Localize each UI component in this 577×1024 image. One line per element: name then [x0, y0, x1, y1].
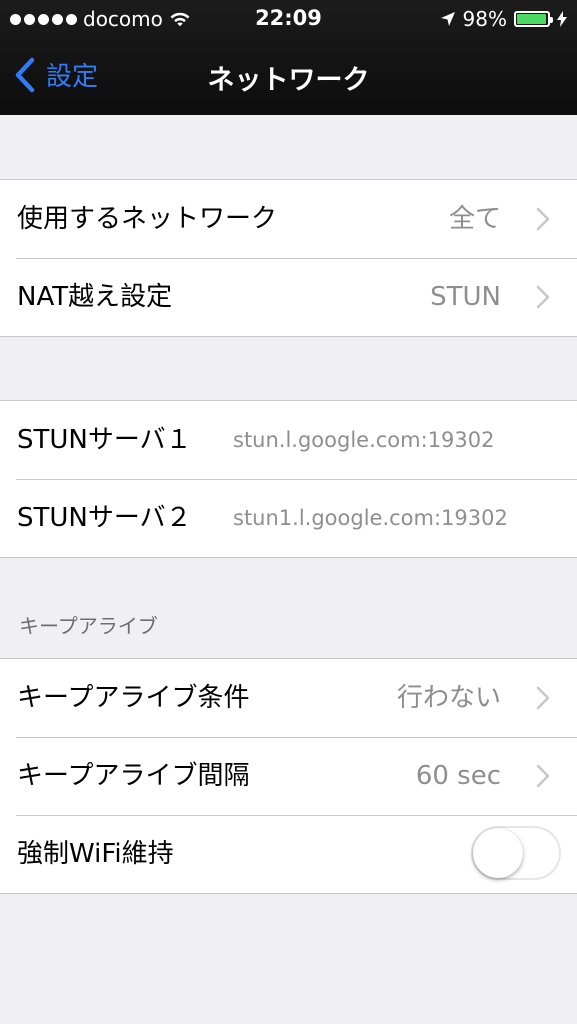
network-settings-group: 使用するネットワーク 全て NAT越え設定 STUN [0, 179, 577, 337]
chevron-right-icon [536, 285, 550, 309]
stun-server-2-row[interactable]: STUNサーバ２ stun1.l.google.com:19302 [0, 479, 577, 557]
chevron-right-icon [536, 207, 550, 231]
page-title: ネットワーク [207, 65, 370, 96]
network-type-row[interactable]: 使用するネットワーク 全て [0, 180, 577, 258]
keepalive-condition-value: 行わない [396, 683, 501, 713]
top-bar: docomo 22:09 98% 設定 ネットワーク [0, 0, 577, 115]
toggle-knob [473, 828, 523, 878]
nat-traversal-value: STUN [430, 282, 501, 312]
keepalive-section-header: キープアライブ [19, 614, 158, 638]
keepalive-group: キープアライブ条件 行わない キープアライブ間隔 60 sec 強制WiFi維持 [0, 658, 577, 894]
keepalive-condition-label: キープアライブ条件 [17, 683, 250, 713]
force-wifi-toggle[interactable] [471, 826, 561, 880]
stun-servers-group: STUNサーバ１ stun.l.google.com:19302 STUNサーバ… [0, 400, 577, 558]
battery-icon [514, 11, 553, 27]
status-bar: docomo 22:09 98% [0, 0, 577, 38]
force-wifi-label: 強制WiFi維持 [17, 839, 174, 869]
keepalive-interval-label: キープアライブ間隔 [17, 761, 250, 791]
force-wifi-row: 強制WiFi維持 [0, 815, 577, 893]
charging-bolt-icon [557, 11, 567, 27]
battery-percent: 98% [462, 7, 507, 31]
keepalive-condition-row[interactable]: キープアライブ条件 行わない [0, 659, 577, 737]
stun-server-1-label: STUNサーバ１ [17, 425, 192, 455]
stun-server-2-value[interactable]: stun1.l.google.com:19302 [233, 479, 520, 557]
network-type-value: 全て [448, 204, 501, 234]
stun-server-2-label: STUNサーバ２ [17, 503, 192, 533]
keepalive-interval-value: 60 sec [415, 761, 501, 791]
location-arrow-icon [440, 12, 455, 26]
keepalive-interval-row[interactable]: キープアライブ間隔 60 sec [0, 737, 577, 815]
navigation-bar: 設定 ネットワーク [0, 38, 577, 115]
chevron-right-icon [536, 686, 550, 710]
chevron-right-icon [536, 764, 550, 788]
stun-server-1-row[interactable]: STUNサーバ１ stun.l.google.com:19302 [0, 401, 577, 479]
network-type-label: 使用するネットワーク [17, 204, 278, 234]
nat-traversal-row[interactable]: NAT越え設定 STUN [0, 258, 577, 336]
stun-server-1-value[interactable]: stun.l.google.com:19302 [233, 401, 533, 479]
nat-traversal-label: NAT越え設定 [17, 282, 173, 312]
